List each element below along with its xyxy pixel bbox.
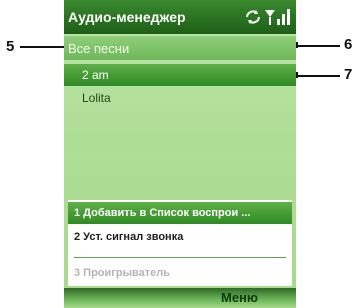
- menu-item-add-to-playlist[interactable]: 1 Добавить в Список воспрои ...: [68, 202, 292, 224]
- song-title: 2 am: [82, 68, 109, 82]
- softkey-bar: Меню: [64, 288, 296, 308]
- phone-screen: Аудио-менеджер Все песни 2 am Lolita 1 Д…: [64, 0, 296, 308]
- song-item-selected[interactable]: 2 am: [64, 64, 296, 86]
- menu-item-player: 3 Проигрыватель: [74, 267, 170, 279]
- signal-strength-icon: [265, 9, 290, 25]
- callout-7: 7: [344, 66, 353, 83]
- callout-6: 6: [344, 36, 353, 53]
- app-title: Аудио-менеджер: [68, 9, 186, 25]
- category-filter-bar[interactable]: Все песни: [64, 36, 296, 60]
- menu-separator: [74, 257, 286, 258]
- title-bar: Аудио-менеджер: [64, 0, 296, 34]
- callout-7-line: [294, 75, 340, 77]
- menu-item-set-ringtone[interactable]: 2 Уст. сигнал звонка: [68, 226, 292, 248]
- song-title: Lolita: [82, 91, 111, 105]
- filter-label: Все песни: [68, 41, 130, 56]
- song-item[interactable]: Lolita: [64, 88, 296, 108]
- callout-5-line: [20, 46, 68, 48]
- callout-6-line: [294, 45, 340, 47]
- context-menu: 1 Добавить в Список воспрои ... 2 Уст. с…: [68, 200, 292, 286]
- callout-5: 5: [6, 38, 15, 55]
- menu-softkey[interactable]: Меню: [221, 290, 258, 305]
